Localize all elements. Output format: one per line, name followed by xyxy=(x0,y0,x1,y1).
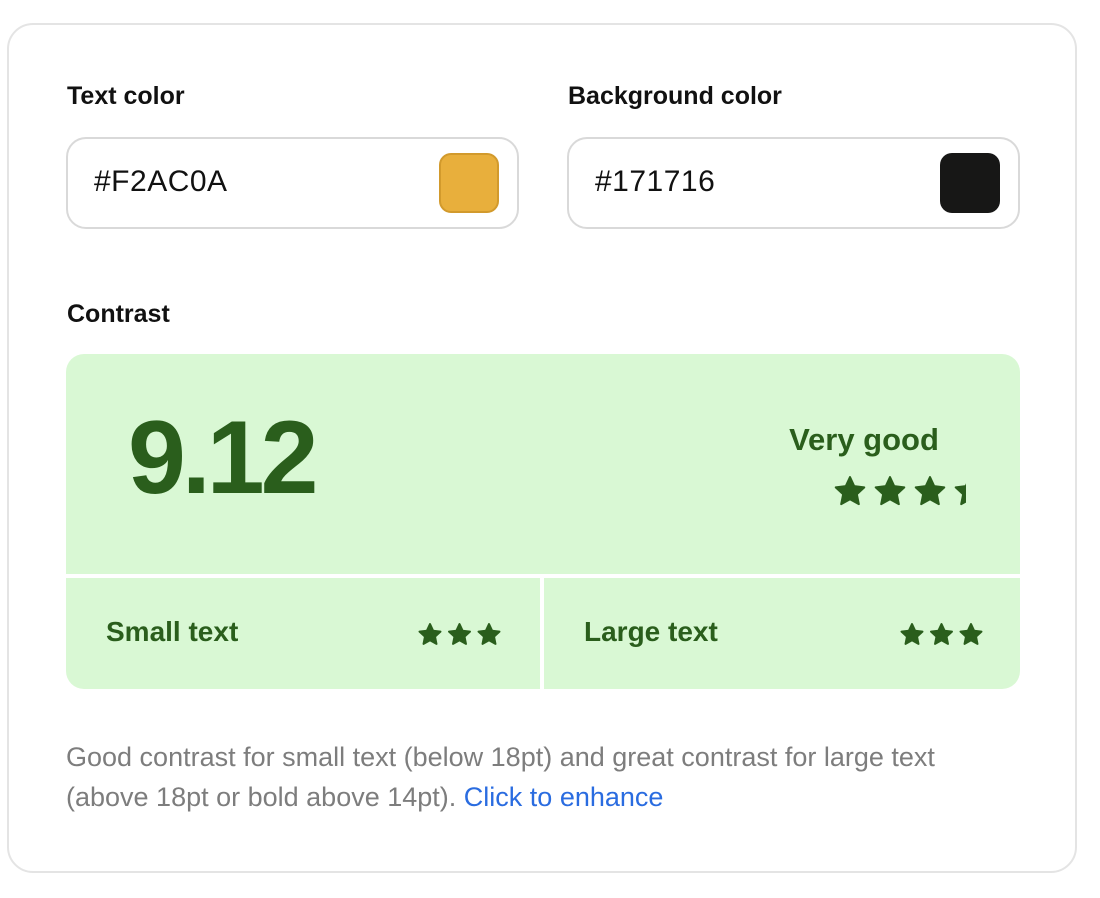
contrast-description: Good contrast for small text (below 18pt… xyxy=(66,737,1006,817)
contrast-ratio: 9.12 xyxy=(128,400,318,516)
background-color-value[interactable]: #171716 xyxy=(595,165,715,199)
overall-rating-stars xyxy=(834,476,966,506)
small-text-label: Small text xyxy=(106,616,239,647)
large-text-label: Large text xyxy=(584,616,718,647)
contrast-label: Contrast xyxy=(67,300,170,328)
text-color-swatch[interactable] xyxy=(439,153,499,213)
large-text-cell: Large text xyxy=(544,578,1020,689)
enhance-link[interactable]: Click to enhance xyxy=(464,782,664,812)
text-color-input[interactable]: #F2AC0A xyxy=(66,137,519,229)
star-icon xyxy=(930,623,953,645)
rating-label: Very good xyxy=(789,422,939,457)
star-icon xyxy=(954,483,966,506)
star-icon xyxy=(914,476,946,506)
text-color-label: Text color xyxy=(67,82,185,110)
text-color-value[interactable]: #F2AC0A xyxy=(94,165,228,199)
star-icon xyxy=(959,623,983,645)
star-icon xyxy=(900,623,924,645)
contrast-summary: 9.12 Very good xyxy=(66,354,1020,574)
star-icon xyxy=(448,623,471,645)
small-text-stars xyxy=(418,623,501,645)
star-icon xyxy=(874,476,906,506)
large-text-stars xyxy=(900,623,983,645)
small-text-cell: Small text xyxy=(66,578,540,689)
background-color-label: Background color xyxy=(568,82,782,110)
background-color-input[interactable]: #171716 xyxy=(567,137,1020,229)
contrast-panel: 9.12 Very good Small text Large text xyxy=(66,354,1020,689)
star-icon xyxy=(477,623,501,645)
star-icon xyxy=(834,476,866,506)
star-icon xyxy=(418,623,442,645)
background-color-swatch[interactable] xyxy=(940,153,1000,213)
